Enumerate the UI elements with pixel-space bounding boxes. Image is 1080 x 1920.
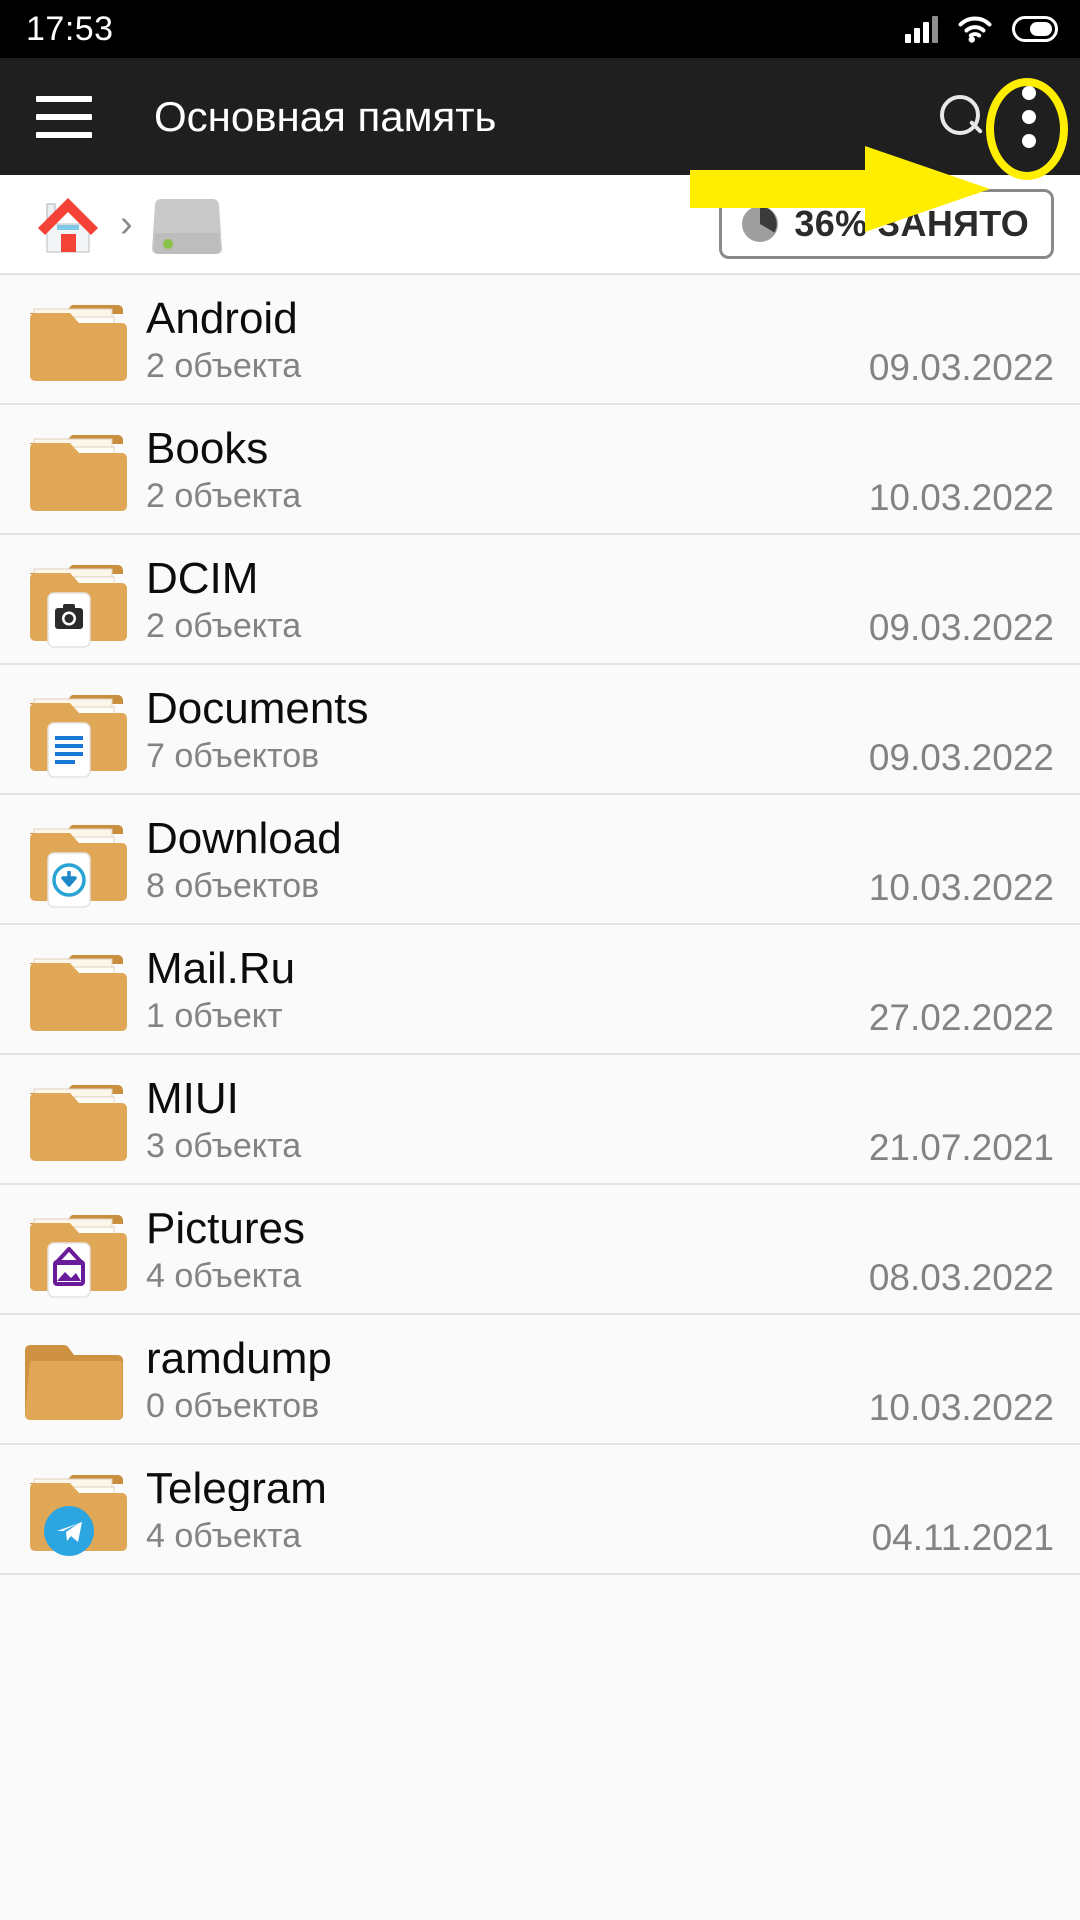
file-name: Documents — [146, 685, 369, 732]
file-item-count: 7 объектов — [146, 737, 320, 776]
file-list-row[interactable]: ramdump 0 объектов 10.03.2022 — [0, 1315, 1080, 1445]
hamburger-menu-icon[interactable] — [36, 95, 92, 138]
file-date: 10.03.2022 — [868, 867, 1054, 908]
file-row-text: ramdump 0 объектов — [146, 1315, 853, 1443]
file-list-row[interactable]: Pictures 4 объекта 08.03.2022 — [0, 1185, 1080, 1315]
status-bar-icons — [905, 14, 1058, 44]
folder-icon — [24, 417, 128, 521]
file-row-text: Documents 7 объектов — [146, 665, 853, 793]
file-row-text: Download 8 объектов — [146, 795, 853, 923]
file-list-row[interactable]: Mail.Ru 1 объект 27.02.2022 — [0, 925, 1080, 1055]
file-date: 09.03.2022 — [868, 347, 1054, 388]
file-list-row[interactable]: DCIM 2 объекта 09.03.2022 — [0, 535, 1080, 665]
file-name: Telegram — [146, 1465, 327, 1512]
wifi-icon — [958, 16, 992, 43]
file-date: 27.02.2022 — [868, 997, 1054, 1038]
file-name: DCIM — [146, 555, 259, 602]
folder-plain-icon — [24, 1327, 128, 1431]
battery-icon — [1012, 16, 1058, 42]
folder-icon — [24, 287, 128, 391]
file-row-text: MIUI 3 объекта — [146, 1055, 853, 1183]
file-item-count: 4 объекта — [146, 1517, 302, 1556]
file-list-row[interactable]: Download 8 объектов 10.03.2022 — [0, 795, 1080, 925]
file-name: ramdump — [146, 1335, 332, 1382]
status-bar-clock: 17:53 — [26, 10, 114, 48]
file-name: Pictures — [146, 1205, 305, 1252]
file-item-count: 2 объекта — [146, 477, 302, 516]
file-list-row[interactable]: Telegram 4 объекта 04.11.2021 — [0, 1445, 1080, 1575]
file-list-row[interactable]: Books 2 объекта 10.03.2022 — [0, 405, 1080, 535]
folder-camera-icon — [24, 547, 128, 651]
file-item-count: 3 объекта — [146, 1127, 302, 1166]
app-bar: Основная память — [0, 58, 1080, 232]
file-row-text: Books 2 объекта — [146, 405, 853, 533]
folder-icon — [24, 937, 128, 1041]
file-row-text: Pictures 4 объекта — [146, 1185, 853, 1313]
folder-document-icon — [24, 677, 128, 781]
file-date: 09.03.2022 — [868, 737, 1054, 778]
file-date: 04.11.2021 — [871, 1517, 1054, 1558]
search-icon[interactable] — [936, 92, 986, 142]
file-item-count: 8 объектов — [146, 867, 320, 906]
file-name: Books — [146, 425, 269, 472]
file-list[interactable]: Android 2 объекта 09.03.2022 Books 2 объект… — [0, 275, 1080, 1575]
storage-usage-badge[interactable]: 36% ЗАНЯТО — [719, 189, 1054, 259]
file-item-count: 2 объекта — [146, 347, 302, 386]
file-row-text: Telegram 4 объекта — [146, 1445, 856, 1573]
file-name: Mail.Ru — [146, 945, 296, 992]
file-date: 10.03.2022 — [868, 477, 1054, 518]
overflow-menu-icon[interactable] — [1020, 85, 1038, 148]
file-item-count: 4 объекта — [146, 1257, 302, 1296]
file-date: 10.03.2022 — [868, 1387, 1054, 1428]
file-row-text: Android 2 объекта — [146, 275, 853, 403]
folder-picture-icon — [24, 1197, 128, 1301]
breadcrumb-separator: › — [120, 202, 133, 245]
file-list-row[interactable]: Android 2 объекта 09.03.2022 — [0, 275, 1080, 405]
file-name: MIUI — [146, 1075, 239, 1122]
signal-bars-icon — [905, 15, 938, 43]
folder-icon — [24, 1067, 128, 1171]
folder-download-icon — [24, 807, 128, 911]
file-date: 21.07.2021 — [868, 1127, 1054, 1168]
storage-usage-label: 36% ЗАНЯТО — [794, 203, 1029, 244]
file-row-text: Mail.Ru 1 объект — [146, 925, 853, 1053]
file-list-row[interactable]: MIUI 3 объекта 21.07.2021 — [0, 1055, 1080, 1185]
file-row-text: DCIM 2 объекта — [146, 535, 853, 663]
file-date: 08.03.2022 — [868, 1257, 1054, 1298]
home-icon[interactable] — [32, 188, 104, 260]
app-bar-actions — [936, 85, 1050, 148]
internal-storage-icon[interactable] — [147, 187, 227, 261]
page-title: Основная память — [154, 92, 497, 140]
phone-screen: 17:53 Основная память › 36% ЗАНЯТО Andro… — [0, 0, 1080, 1920]
file-name: Android — [146, 295, 298, 342]
folder-telegram-icon — [24, 1457, 128, 1561]
file-name: Download — [146, 815, 342, 862]
status-bar: 17:53 — [0, 0, 1080, 58]
file-date: 09.03.2022 — [868, 607, 1054, 648]
file-item-count: 1 объект — [146, 997, 283, 1036]
pie-chart-icon — [742, 206, 779, 242]
file-item-count: 2 объекта — [146, 607, 302, 646]
file-list-row[interactable]: Documents 7 объектов 09.03.2022 — [0, 665, 1080, 795]
breadcrumb: › 36% ЗАНЯТО — [0, 175, 1080, 275]
file-item-count: 0 объектов — [146, 1387, 320, 1426]
